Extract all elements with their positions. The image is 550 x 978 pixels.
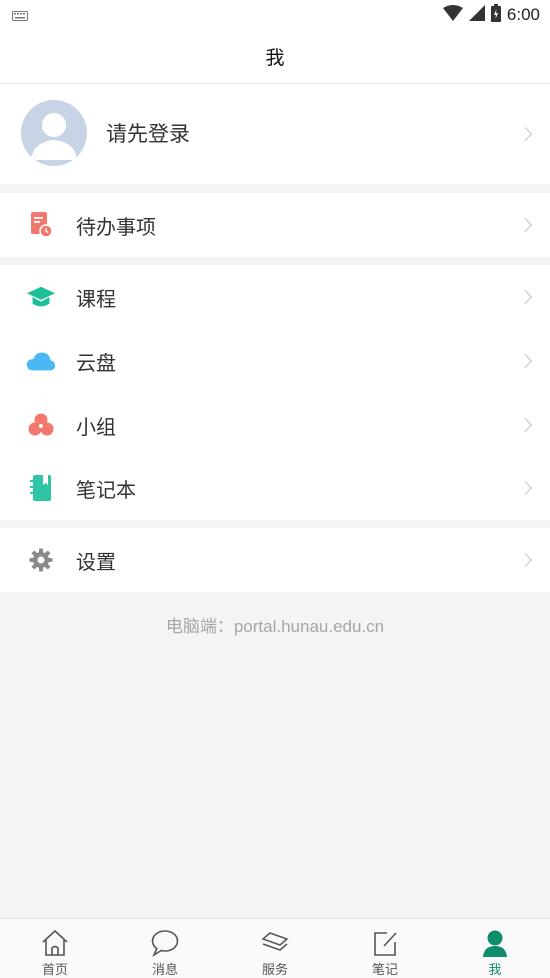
person-icon <box>480 929 510 957</box>
tab-services[interactable]: 服务 <box>220 919 330 978</box>
notebook-icon <box>26 474 56 502</box>
tab-label-messages: 消息 <box>151 963 178 978</box>
status-indicators: 6:00 <box>442 4 540 26</box>
bottom-tab-bar: 首页 消息 服务 笔记 我 <box>0 918 550 978</box>
login-prompt: 请先登录 <box>106 122 190 146</box>
keyboard-icon <box>12 6 28 25</box>
avatar <box>21 100 87 166</box>
page-title: 我 <box>265 47 285 69</box>
menu-item-notebook[interactable]: 笔记本 <box>0 456 550 520</box>
chevron-right-icon <box>517 480 533 496</box>
menu-label-todo: 待办事项 <box>76 214 156 239</box>
portal-url-note: 电脑端：portal.hunau.edu.cn <box>165 617 385 636</box>
wifi-icon <box>442 5 463 25</box>
tab-notes[interactable]: 笔记 <box>330 919 440 978</box>
chevron-right-icon <box>517 353 533 369</box>
gear-icon <box>26 546 56 574</box>
header: 我 <box>0 30 550 84</box>
status-time: 6:00 <box>506 5 540 24</box>
menu-label-cloud: 云盘 <box>76 350 116 375</box>
graduation-cap-icon <box>26 283 56 311</box>
chevron-right-icon <box>517 552 533 568</box>
battery-icon <box>490 4 501 26</box>
menu-item-cloud[interactable]: 云盘 <box>0 329 550 393</box>
status-bar: 6:00 <box>0 0 550 30</box>
chevron-right-icon <box>517 217 533 233</box>
tab-label-me: 我 <box>488 963 502 978</box>
profile-row[interactable]: 请先登录 <box>0 84 550 184</box>
service-icon <box>260 929 290 957</box>
tab-label-home: 首页 <box>41 963 68 978</box>
user-silhouette-icon <box>31 113 77 160</box>
menu-item-settings[interactable]: 设置 <box>0 528 550 592</box>
menu-label-notebook: 笔记本 <box>76 477 136 502</box>
signal-icon <box>468 5 485 25</box>
menu-label-group: 小组 <box>76 414 116 439</box>
home-icon <box>40 929 70 957</box>
chevron-right-icon <box>517 126 533 142</box>
menu-item-courses[interactable]: 课程 <box>0 265 550 329</box>
note-edit-icon <box>370 929 400 957</box>
menu-label-courses: 课程 <box>76 286 116 311</box>
cloud-icon <box>26 347 56 375</box>
chevron-right-icon <box>517 417 533 433</box>
todo-clipboard-icon <box>26 211 56 239</box>
menu-item-todo[interactable]: 待办事项 <box>0 193 550 257</box>
tab-label-notes: 笔记 <box>371 963 398 978</box>
group-circles-icon <box>26 411 56 439</box>
menu-item-group[interactable]: 小组 <box>0 393 550 457</box>
tab-messages[interactable]: 消息 <box>110 919 220 978</box>
message-icon <box>150 929 180 957</box>
chevron-right-icon <box>517 289 533 305</box>
tab-home[interactable]: 首页 <box>0 919 110 978</box>
tab-me[interactable]: 我 <box>440 919 550 978</box>
menu-label-settings: 设置 <box>76 549 116 574</box>
tab-label-services: 服务 <box>261 963 288 978</box>
